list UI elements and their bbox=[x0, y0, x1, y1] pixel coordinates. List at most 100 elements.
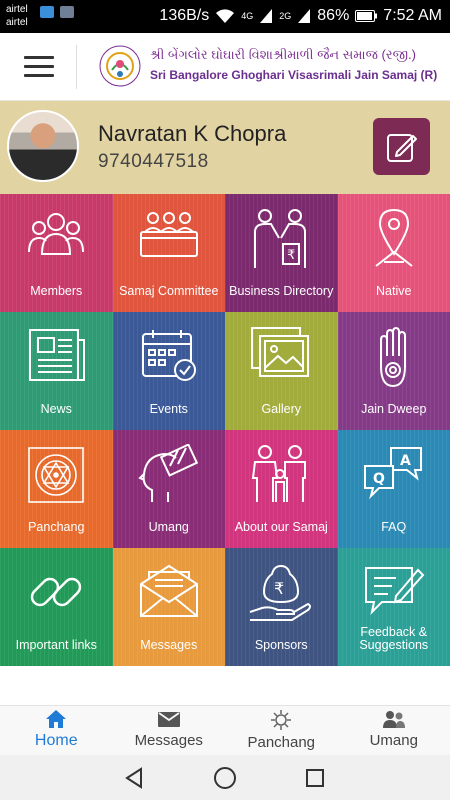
recents-square-icon bbox=[306, 768, 324, 787]
profile-name: Navratan K Chopra bbox=[98, 121, 287, 146]
signal-1-icon bbox=[260, 9, 273, 23]
tile-label: Messages bbox=[140, 638, 198, 652]
samaj-logo-icon bbox=[99, 45, 141, 87]
location-pin-icon bbox=[375, 208, 413, 267]
sponsor-icon: ₹ bbox=[249, 564, 312, 621]
home-icon bbox=[46, 710, 67, 728]
tile-label: Important links bbox=[15, 638, 97, 652]
edit-profile-button[interactable] bbox=[373, 118, 430, 175]
jain-hand-icon bbox=[379, 326, 406, 388]
nav-messages[interactable]: Messages bbox=[113, 706, 226, 755]
chat-notification-icon bbox=[40, 6, 54, 18]
menu-grid: Members Samaj Committee ₹ Business Direc… bbox=[0, 194, 450, 666]
tile-messages[interactable]: Messages bbox=[112, 548, 225, 666]
home-system-button[interactable] bbox=[205, 758, 245, 798]
carrier-1: airtel bbox=[6, 4, 28, 15]
tile-label: Samaj Committee bbox=[119, 284, 219, 298]
network-speed: 136B/s bbox=[159, 7, 210, 24]
tile-label: Sponsors bbox=[254, 638, 308, 652]
committee-icon bbox=[139, 212, 198, 257]
tile-jain-dweep[interactable]: Jain Dweep bbox=[337, 312, 450, 430]
tile-members[interactable]: Members bbox=[0, 194, 113, 312]
tile-important-links[interactable]: Important links bbox=[0, 548, 113, 666]
members-icon bbox=[28, 213, 85, 255]
gallery-notification-icon bbox=[60, 6, 74, 18]
link-icon bbox=[31, 577, 82, 607]
nav-label: Panchang bbox=[247, 734, 316, 751]
tile-label: Umang bbox=[148, 520, 189, 534]
faq-icon: A Q bbox=[363, 447, 422, 500]
tile-native[interactable]: Native bbox=[337, 194, 450, 312]
tile-events[interactable]: Events bbox=[112, 312, 225, 430]
recents-button[interactable] bbox=[295, 758, 335, 798]
tile-label: Events bbox=[149, 402, 188, 416]
business-icon: ₹ bbox=[254, 209, 307, 268]
network-type-1: 4G bbox=[241, 11, 254, 21]
profile-phone: 9740447518 bbox=[98, 151, 209, 172]
panchang-icon bbox=[271, 710, 292, 730]
tile-label: News bbox=[40, 402, 72, 416]
nav-panchang[interactable]: Panchang bbox=[225, 706, 338, 755]
nav-label: Messages bbox=[134, 732, 203, 749]
tile-label: Panchang bbox=[28, 520, 85, 534]
battery-level: 86% bbox=[317, 7, 350, 24]
avatar[interactable] bbox=[7, 110, 79, 182]
profile-card: Navratan K Chopra 9740447518 bbox=[0, 101, 450, 194]
header-divider bbox=[76, 45, 77, 89]
clock: 7:52 AM bbox=[383, 7, 442, 24]
feedback-icon bbox=[364, 567, 425, 616]
back-triangle-icon bbox=[125, 766, 142, 789]
home-circle-icon bbox=[214, 766, 236, 789]
nav-label: Umang bbox=[369, 732, 418, 749]
tile-samaj-committee[interactable]: Samaj Committee bbox=[112, 194, 225, 312]
yantra-icon bbox=[28, 447, 85, 503]
system-nav-bar bbox=[0, 755, 450, 800]
svg-text:A: A bbox=[400, 453, 411, 469]
edit-pencil-icon bbox=[386, 133, 417, 162]
calendar-icon bbox=[141, 330, 196, 381]
status-right: 136B/s 4G 2G 86% 7:52 AM bbox=[159, 4, 442, 28]
svg-text:₹: ₹ bbox=[274, 579, 284, 598]
network-type-2: 2G bbox=[279, 11, 292, 21]
envelope-icon bbox=[139, 564, 198, 617]
status-bar: airtel airtel 136B/s 4G 2G 86% 7:52 AM bbox=[0, 0, 450, 33]
nav-label: Home bbox=[34, 732, 78, 749]
carrier-2: airtel bbox=[6, 17, 28, 28]
tile-about-our-samaj[interactable]: About our Samaj bbox=[225, 430, 338, 548]
tile-label: Business Directory bbox=[229, 284, 334, 298]
family-icon bbox=[252, 445, 307, 502]
umang-head-icon bbox=[138, 444, 198, 502]
tile-business-directory[interactable]: ₹ Business Directory bbox=[225, 194, 338, 312]
tile-feedback-suggestions[interactable]: Feedback & Suggestions bbox=[337, 548, 450, 666]
tile-label: FAQ bbox=[381, 520, 407, 534]
tile-label: Native bbox=[376, 284, 412, 298]
signal-2-icon bbox=[298, 9, 311, 23]
svg-text:₹: ₹ bbox=[287, 248, 295, 263]
header-title-gujarati: શ્રી બેંગલોર ઘોઘારી વિશાશ્રીમાળી જૈન સમા… bbox=[150, 47, 416, 62]
bottom-nav: Home Messages Panchang Umang bbox=[0, 705, 450, 755]
nav-umang[interactable]: Umang bbox=[338, 706, 450, 755]
umang-icon bbox=[382, 711, 405, 728]
hamburger-menu-icon[interactable] bbox=[24, 56, 54, 78]
nav-home[interactable]: Home bbox=[0, 706, 113, 755]
header-title-english: Sri Bangalore Ghoghari Visasrimali Jain … bbox=[150, 68, 438, 82]
gallery-icon bbox=[251, 327, 310, 377]
wifi-icon bbox=[216, 9, 235, 23]
app-header: શ્રી બેંગલોર ઘોઘારી વિશાશ્રીમાળી જૈન સમા… bbox=[0, 33, 450, 101]
tile-umang[interactable]: Umang bbox=[112, 430, 225, 548]
svg-text:Q: Q bbox=[373, 471, 385, 487]
newspaper-icon bbox=[29, 329, 86, 381]
tile-gallery[interactable]: Gallery bbox=[225, 312, 338, 430]
battery-icon bbox=[355, 10, 378, 22]
tile-panchang[interactable]: Panchang bbox=[0, 430, 113, 548]
mail-icon bbox=[157, 712, 180, 727]
tile-sponsors[interactable]: ₹ Sponsors bbox=[225, 548, 338, 666]
tile-label: Jain Dweep bbox=[361, 402, 427, 416]
tile-label: About our Samaj bbox=[234, 520, 328, 534]
tile-faq[interactable]: A Q FAQ bbox=[337, 430, 450, 548]
tile-label: Feedback & Suggestions bbox=[359, 625, 429, 652]
tile-label: Members bbox=[30, 284, 83, 298]
tile-news[interactable]: News bbox=[0, 312, 113, 430]
back-button[interactable] bbox=[115, 758, 155, 798]
tile-label: Gallery bbox=[261, 402, 302, 416]
